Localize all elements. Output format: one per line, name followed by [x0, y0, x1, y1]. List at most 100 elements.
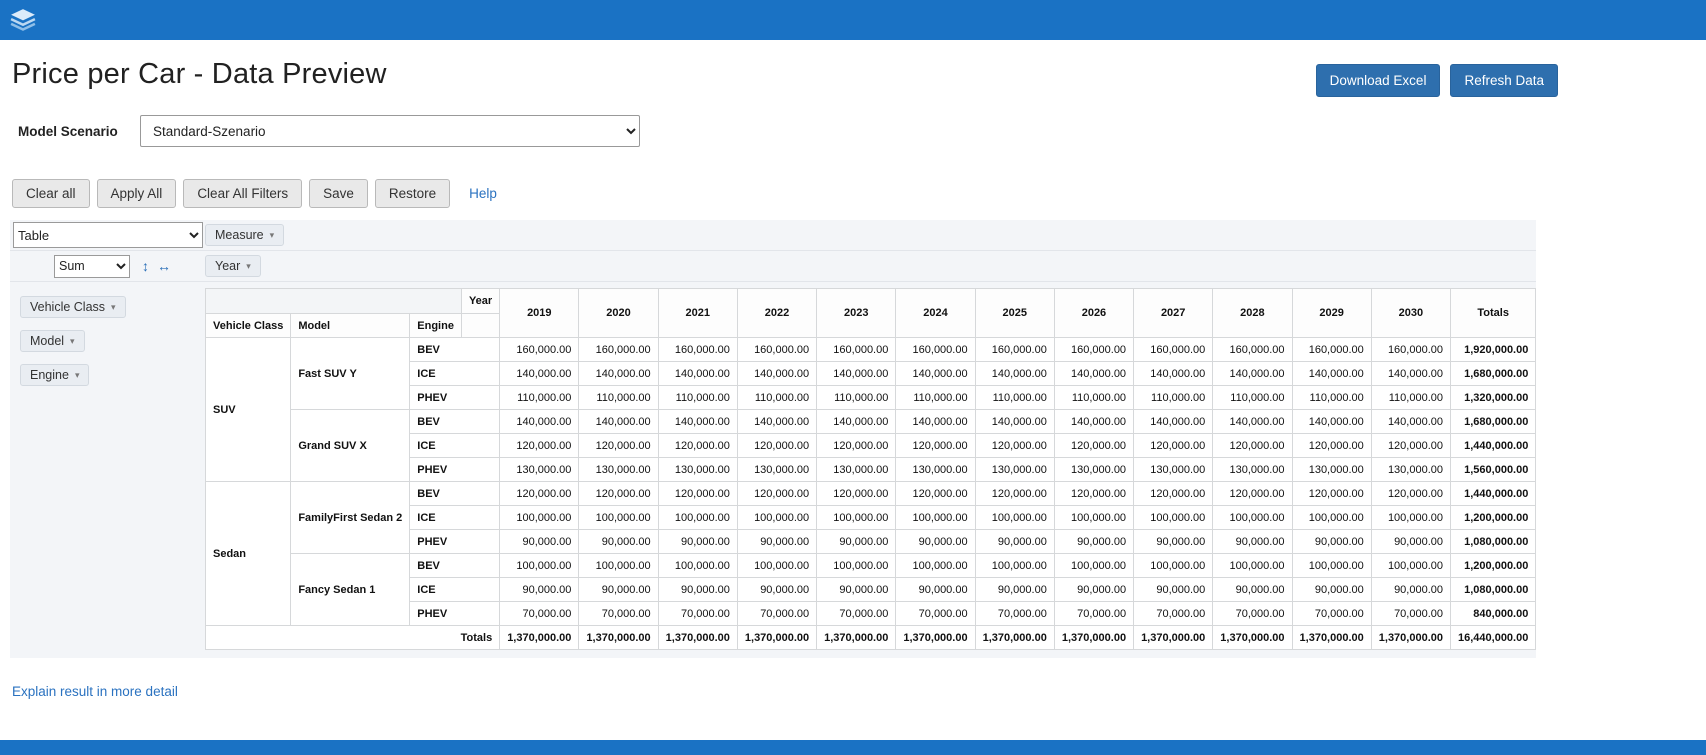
row-field-header: Model: [291, 314, 410, 338]
field-pill-model[interactable]: Model ▾: [20, 330, 85, 352]
value-cell: 130,000.00: [737, 458, 816, 482]
value-cell: 160,000.00: [737, 338, 816, 362]
engine-cell: ICE: [410, 362, 500, 386]
value-cell: 100,000.00: [1054, 554, 1133, 578]
column-total-cell: 1,370,000.00: [579, 626, 658, 650]
value-cell: 130,000.00: [579, 458, 658, 482]
measure-field-pill[interactable]: Measure ▾: [205, 224, 284, 246]
engine-cell: BEV: [410, 338, 500, 362]
chevron-down-icon: ▾: [246, 261, 251, 272]
value-cell: 120,000.00: [500, 482, 579, 506]
hierarchy-spacer-cell: [461, 314, 499, 338]
value-cell: 160,000.00: [1292, 338, 1371, 362]
value-cell: 140,000.00: [817, 410, 896, 434]
engine-cell: PHEV: [410, 386, 500, 410]
restore-button[interactable]: Restore: [375, 179, 450, 208]
column-total-cell: 1,370,000.00: [737, 626, 816, 650]
value-cell: 70,000.00: [579, 602, 658, 626]
value-cell: 110,000.00: [1371, 386, 1450, 410]
clear-all-button[interactable]: Clear all: [12, 179, 90, 208]
explain-link[interactable]: Explain result in more detail: [12, 684, 178, 699]
year-column-header: 2020: [579, 289, 658, 338]
value-cell: 90,000.00: [896, 578, 975, 602]
value-cell: 140,000.00: [658, 362, 737, 386]
year-column-header: 2019: [500, 289, 579, 338]
vehicle-class-cell: Sedan: [206, 482, 291, 626]
pivot-widget: Table Measure ▾ Sum ↕ ↔ Year ▾ Vehicle C…: [10, 220, 1536, 658]
value-cell: 120,000.00: [579, 434, 658, 458]
value-cell: 140,000.00: [579, 410, 658, 434]
value-cell: 90,000.00: [579, 578, 658, 602]
value-cell: 70,000.00: [500, 602, 579, 626]
value-cell: 90,000.00: [579, 530, 658, 554]
value-cell: 100,000.00: [817, 554, 896, 578]
year-column-header: 2025: [975, 289, 1054, 338]
refresh-data-button[interactable]: Refresh Data: [1450, 64, 1558, 97]
pivot-data-row: Fancy Sedan 1BEV100,000.00100,000.00100,…: [206, 554, 1536, 578]
value-cell: 140,000.00: [817, 362, 896, 386]
value-cell: 130,000.00: [975, 458, 1054, 482]
apply-all-button[interactable]: Apply All: [97, 179, 177, 208]
year-column-header: 2024: [896, 289, 975, 338]
value-cell: 90,000.00: [817, 578, 896, 602]
column-total-cell: 1,370,000.00: [500, 626, 579, 650]
model-cell: Fancy Sedan 1: [291, 554, 410, 626]
chevron-down-icon: ▾: [75, 370, 80, 381]
value-cell: 70,000.00: [658, 602, 737, 626]
value-cell: 140,000.00: [1292, 362, 1371, 386]
field-pill-engine[interactable]: Engine ▾: [20, 364, 89, 386]
value-cell: 120,000.00: [579, 482, 658, 506]
value-cell: 140,000.00: [579, 362, 658, 386]
value-cell: 140,000.00: [1292, 410, 1371, 434]
value-cell: 110,000.00: [817, 386, 896, 410]
value-cell: 90,000.00: [500, 578, 579, 602]
move-vertical-icon[interactable]: ↕: [142, 259, 149, 273]
value-cell: 120,000.00: [1134, 482, 1213, 506]
value-cell: 90,000.00: [737, 578, 816, 602]
value-cell: 90,000.00: [658, 578, 737, 602]
value-cell: 100,000.00: [579, 506, 658, 530]
pivot-second-row: Sum ↕ ↔ Year ▾: [10, 251, 1536, 282]
value-cell: 100,000.00: [1371, 554, 1450, 578]
save-button[interactable]: Save: [309, 179, 368, 208]
column-total-cell: 1,370,000.00: [1213, 626, 1292, 650]
download-excel-button[interactable]: Download Excel: [1316, 64, 1441, 97]
layers-logo-icon[interactable]: [10, 7, 36, 33]
year-field-label: Year: [215, 259, 240, 273]
field-pill-vehicle-class[interactable]: Vehicle Class ▾: [20, 296, 126, 318]
value-cell: 140,000.00: [1371, 410, 1450, 434]
value-cell: 120,000.00: [975, 434, 1054, 458]
value-cell: 90,000.00: [1054, 530, 1133, 554]
value-cell: 100,000.00: [737, 506, 816, 530]
value-cell: 100,000.00: [1134, 554, 1213, 578]
value-cell: 90,000.00: [896, 530, 975, 554]
value-cell: 110,000.00: [658, 386, 737, 410]
value-cell: 110,000.00: [1134, 386, 1213, 410]
view-mode-select[interactable]: Table: [13, 222, 203, 248]
value-cell: 140,000.00: [975, 362, 1054, 386]
value-cell: 140,000.00: [1134, 362, 1213, 386]
column-total-cell: 1,370,000.00: [1054, 626, 1133, 650]
help-link[interactable]: Help: [469, 186, 497, 201]
value-cell: 160,000.00: [1134, 338, 1213, 362]
value-cell: 140,000.00: [1054, 410, 1133, 434]
engine-cell: PHEV: [410, 602, 500, 626]
model-scenario-select[interactable]: Standard-Szenario: [140, 115, 640, 147]
model-cell: Fast SUV Y: [291, 338, 410, 410]
row-total-cell: 1,440,000.00: [1451, 434, 1536, 458]
value-cell: 140,000.00: [658, 410, 737, 434]
chevron-down-icon: ▾: [270, 230, 275, 241]
year-field-pill[interactable]: Year ▾: [205, 255, 261, 277]
column-field-header-label: Year: [461, 289, 499, 314]
aggregation-select[interactable]: Sum: [54, 255, 130, 278]
year-column-header: 2029: [1292, 289, 1371, 338]
value-cell: 90,000.00: [1054, 578, 1133, 602]
value-cell: 140,000.00: [737, 410, 816, 434]
clear-all-filters-button[interactable]: Clear All Filters: [183, 179, 302, 208]
engine-cell: BEV: [410, 410, 500, 434]
value-cell: 70,000.00: [975, 602, 1054, 626]
value-cell: 100,000.00: [658, 506, 737, 530]
value-cell: 140,000.00: [500, 362, 579, 386]
move-horizontal-icon[interactable]: ↔: [157, 259, 171, 273]
pivot-data-row: SedanFamilyFirst Sedan 2BEV120,000.00120…: [206, 482, 1536, 506]
